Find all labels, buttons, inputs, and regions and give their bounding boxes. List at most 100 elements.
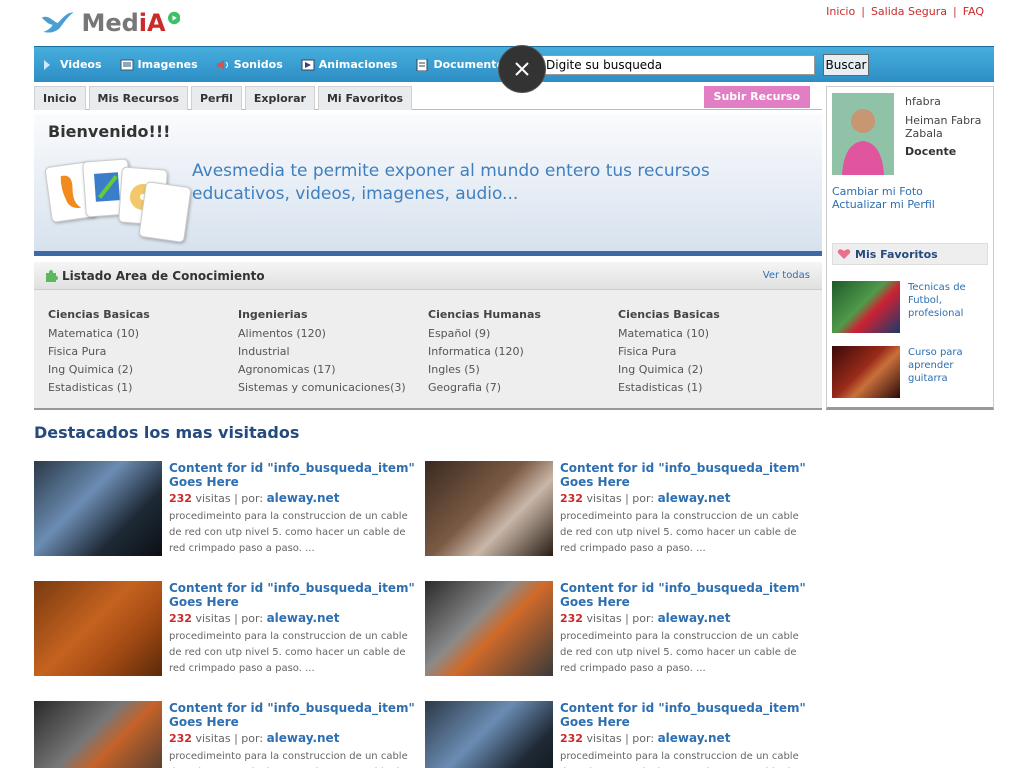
nav-videos[interactable]: Videos	[42, 47, 102, 83]
search-input[interactable]	[539, 55, 815, 75]
author-link[interactable]: aleway.net	[658, 491, 731, 505]
search-button[interactable]: Buscar	[823, 54, 869, 76]
area-column: Ingenierias Alimentos (120) Industrial A…	[238, 308, 428, 397]
author-link[interactable]: aleway.net	[658, 731, 731, 745]
nav-imagenes[interactable]: Imagenes	[120, 47, 198, 83]
tab-mi-favoritos[interactable]: Mi Favoritos	[317, 86, 413, 110]
area-item[interactable]: Estadisticas (1)	[618, 379, 808, 397]
animation-icon	[301, 59, 315, 70]
top-link-salida[interactable]: Salida Segura	[871, 5, 947, 18]
featured-item-title[interactable]: Content for id "info_busqueda_item" Goes…	[169, 701, 419, 729]
featured-item: Content for id "info_busqueda_item" Goes…	[425, 581, 806, 681]
speaker-icon	[216, 59, 228, 70]
featured-item: Content for id "info_busqueda_item" Goes…	[34, 461, 415, 561]
welcome-banner: Bienvenido!!! Avesmedia te permite expon…	[34, 114, 822, 256]
video-thumbnail[interactable]	[34, 581, 162, 676]
welcome-title: Bienvenido!!!	[48, 122, 171, 141]
featured-item-title[interactable]: Content for id "info_busqueda_item" Goes…	[169, 461, 419, 489]
area-title: Listado Area de Conocimiento	[62, 268, 265, 283]
tab-mis-recursos[interactable]: Mis Recursos	[88, 86, 188, 110]
author-link[interactable]: aleway.net	[267, 491, 340, 505]
featured-item-title[interactable]: Content for id "info_busqueda_item" Goes…	[560, 461, 810, 489]
featured-item-title[interactable]: Content for id "info_busqueda_item" Goes…	[560, 581, 810, 609]
upload-resource-button[interactable]: Subir Recurso	[703, 86, 810, 108]
favorite-link[interactable]: Curso para aprender guitarra	[908, 346, 992, 385]
user-photo-icon	[832, 93, 894, 175]
favorite-item: Curso para aprender guitarra	[832, 346, 992, 398]
area-item[interactable]: Informatica (120)	[428, 343, 618, 361]
area-item[interactable]: Ing Quimica (2)	[48, 361, 238, 379]
username: hfabra	[905, 95, 941, 108]
nav-sonidos[interactable]: Sonidos	[216, 47, 283, 83]
tab-perfil[interactable]: Perfil	[191, 86, 242, 110]
area-item[interactable]: Español (9)	[428, 325, 618, 343]
document-icon	[416, 58, 428, 71]
area-item[interactable]: Industrial	[238, 343, 428, 361]
author-link[interactable]: aleway.net	[658, 611, 731, 625]
featured-item: Content for id "info_busqueda_item" Goes…	[34, 581, 415, 681]
puzzle-icon	[46, 269, 58, 282]
area-item[interactable]: Alimentos (120)	[238, 325, 428, 343]
area-item[interactable]: Fisica Pura	[618, 343, 808, 361]
area-header: Listado Area de Conocimiento Ver todas	[34, 262, 822, 290]
update-profile-link[interactable]: Actualizar mi Perfil	[832, 198, 935, 211]
tab-explorar[interactable]: Explorar	[244, 86, 315, 110]
top-links: Inicio | Salida Segura | FAQ	[826, 5, 984, 18]
heart-icon	[837, 249, 851, 259]
area-item[interactable]: Ing Quimica (2)	[618, 361, 808, 379]
tab-inicio[interactable]: Inicio	[34, 86, 86, 110]
section-tabs: Inicio Mis Recursos Perfil Explorar Mi F…	[34, 86, 822, 110]
bird-logo-icon	[41, 12, 74, 33]
area-item[interactable]: Estadisticas (1)	[48, 379, 238, 397]
nav-animaciones[interactable]: Animaciones	[301, 47, 397, 83]
featured-item: Content for id "info_busqueda_item" Goes…	[34, 701, 415, 768]
close-icon	[515, 62, 529, 76]
area-item[interactable]: Geografia (7)	[428, 379, 618, 397]
area-column: Ciencias Basicas Matematica (10) Fisica …	[618, 308, 808, 397]
favorite-item: Tecnicas de Futbol, profesional	[832, 281, 992, 333]
top-link-faq[interactable]: FAQ	[963, 5, 984, 18]
favorite-thumbnail[interactable]	[832, 281, 900, 333]
knowledge-area-panel: Listado Area de Conocimiento Ver todas C…	[34, 262, 822, 410]
avatar[interactable]	[832, 93, 894, 175]
favorite-link[interactable]: Tecnicas de Futbol, profesional	[908, 281, 992, 320]
area-item[interactable]: Sistemas y comunicaciones(3)	[238, 379, 428, 397]
full-name: Heiman Fabra Zabala	[905, 114, 982, 140]
area-item[interactable]: Matematica (10)	[48, 325, 238, 343]
close-button[interactable]	[498, 45, 546, 93]
logo-text: MediA	[81, 9, 166, 37]
see-all-link[interactable]: Ver todas	[763, 270, 810, 281]
nav-documentos[interactable]: Documentos	[415, 47, 511, 83]
area-column: Ciencias Humanas Español (9) Informatica…	[428, 308, 618, 397]
media-cards-illustration	[44, 158, 192, 248]
user-role: Docente	[905, 145, 957, 158]
user-info: hfabra Heiman Fabra Zabala Docente	[905, 95, 993, 158]
video-thumbnail[interactable]	[425, 461, 553, 556]
logo[interactable]: MediA	[40, 6, 180, 40]
play-badge-icon	[167, 11, 180, 25]
author-link[interactable]: aleway.net	[267, 611, 340, 625]
video-thumbnail[interactable]	[34, 701, 162, 768]
video-thumbnail[interactable]	[425, 581, 553, 676]
profile-links: Cambiar mi Foto Actualizar mi Perfil	[832, 185, 935, 211]
change-photo-link[interactable]: Cambiar mi Foto	[832, 185, 935, 198]
area-item[interactable]: Fisica Pura	[48, 343, 238, 361]
favorites-header: Mis Favoritos	[832, 243, 988, 265]
top-link-inicio[interactable]: Inicio	[826, 5, 855, 18]
featured-item-title[interactable]: Content for id "info_busqueda_item" Goes…	[560, 701, 810, 729]
area-column: Ciencias Basicas Matematica (10) Fisica …	[48, 308, 238, 397]
featured-item: Content for id "info_busqueda_item" Goes…	[425, 701, 806, 768]
featured-item-title[interactable]: Content for id "info_busqueda_item" Goes…	[169, 581, 419, 609]
featured-item: Content for id "info_busqueda_item" Goes…	[425, 461, 806, 561]
video-thumbnail[interactable]	[425, 701, 553, 768]
favorite-thumbnail[interactable]	[832, 346, 900, 398]
area-item[interactable]: Agronomicas (17)	[238, 361, 428, 379]
video-thumbnail[interactable]	[34, 461, 162, 556]
play-icon	[44, 59, 50, 70]
welcome-text: Avesmedia te permite exponer al mundo en…	[192, 161, 710, 204]
area-item[interactable]: Matematica (10)	[618, 325, 808, 343]
featured-title: Destacados los mas visitados	[34, 423, 300, 442]
image-icon	[120, 59, 134, 70]
author-link[interactable]: aleway.net	[267, 731, 340, 745]
area-item[interactable]: Ingles (5)	[428, 361, 618, 379]
